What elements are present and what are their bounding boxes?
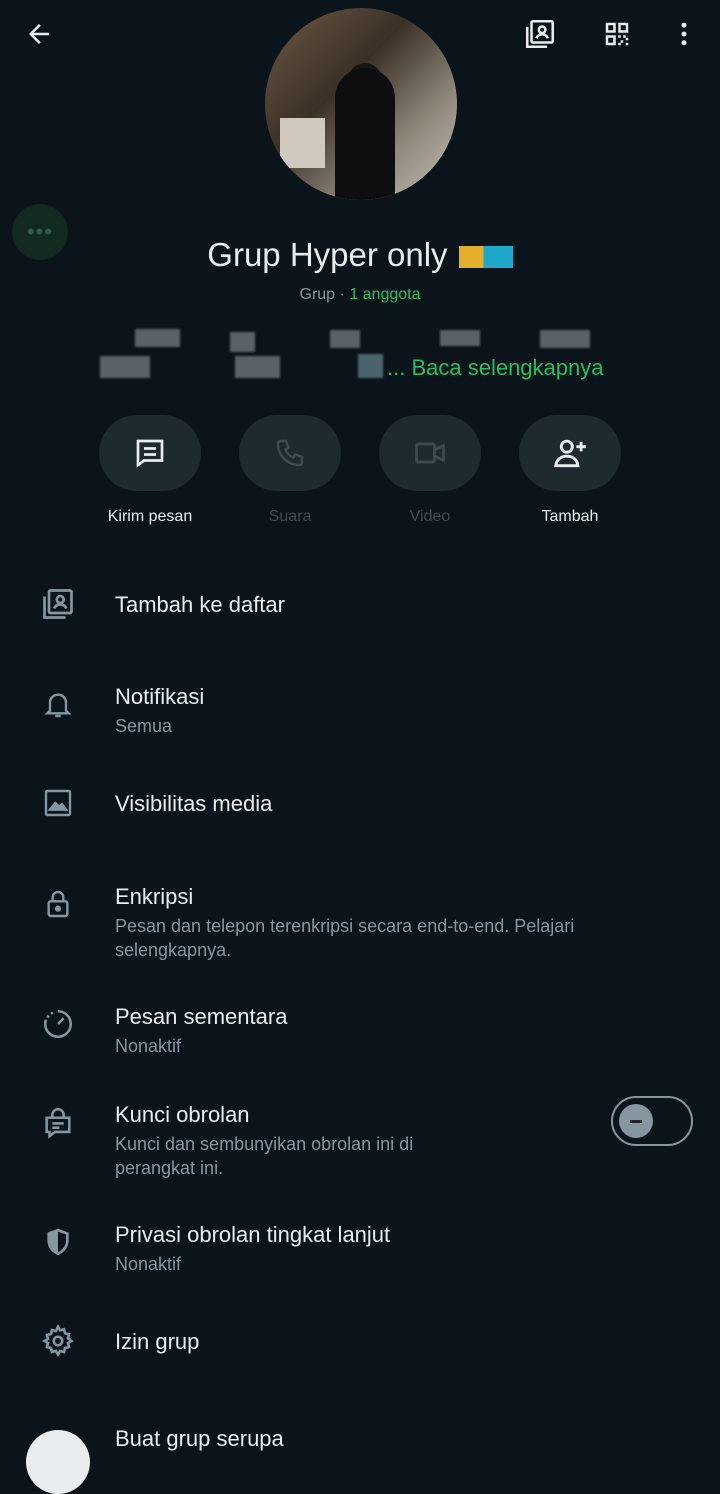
emoji-icon — [458, 246, 513, 269]
read-more-link[interactable]: ... Baca selengkapnya — [387, 355, 603, 381]
add-member-action[interactable]: Tambah — [500, 415, 640, 526]
group-avatar[interactable] — [265, 8, 457, 200]
chat-lock-toggle[interactable] — [611, 1096, 693, 1146]
menu-advanced-privacy[interactable]: Privasi obrolan tingkat lanjut Nonaktif — [0, 1218, 720, 1278]
send-message-label: Kirim pesan — [107, 508, 193, 525]
notifications-value: Semua — [115, 716, 173, 736]
message-icon[interactable] — [99, 415, 201, 491]
create-similar-group-label: Buat grup serupa — [115, 1426, 284, 1451]
menu-create-similar-group[interactable]: Buat grup serupa — [0, 1420, 720, 1456]
chat-lock-label: Kunci obrolan — [115, 1102, 250, 1127]
lock-icon — [38, 884, 78, 924]
menu-encryption[interactable]: Enkripsi Pesan dan telepon terenkripsi s… — [0, 880, 720, 970]
gear-icon — [38, 1321, 78, 1361]
send-message-action[interactable]: Kirim pesan — [80, 415, 220, 526]
media-visibility-label: Visibilitas media — [115, 791, 273, 816]
menu-disappearing-messages[interactable]: Pesan sementara Nonaktif — [0, 1000, 720, 1060]
voice-call-label: Suara — [268, 508, 312, 525]
encryption-label: Enkripsi — [115, 884, 194, 909]
member-count[interactable]: 1 anggota — [349, 286, 420, 303]
back-arrow-icon[interactable] — [19, 14, 59, 54]
menu-notifications[interactable]: Notifikasi Semua — [0, 680, 720, 740]
contact-list-icon[interactable] — [520, 14, 560, 54]
voice-call-action[interactable]: Suara — [220, 415, 360, 526]
disappearing-messages-value: Nonaktif — [115, 1036, 182, 1056]
contact-list-icon — [38, 584, 78, 624]
group-icon — [26, 1430, 90, 1494]
phone-icon[interactable] — [239, 415, 341, 491]
shield-icon — [38, 1222, 78, 1262]
menu-add-to-list[interactable]: Tambah ke daftar — [0, 580, 720, 630]
disappearing-messages-label: Pesan sementara — [115, 1004, 288, 1029]
encryption-description: Pesan dan telepon terenkripsi secara end… — [115, 916, 575, 960]
advanced-privacy-label: Privasi obrolan tingkat lanjut — [115, 1222, 391, 1247]
timer-icon — [38, 1004, 78, 1044]
qr-code-icon[interactable] — [597, 14, 637, 54]
image-icon — [38, 783, 78, 823]
menu-media-visibility[interactable]: Visibilitas media — [0, 780, 720, 830]
video-icon[interactable] — [379, 415, 481, 491]
bell-icon — [38, 684, 78, 724]
separator-dot: · — [339, 286, 345, 303]
video-call-action[interactable]: Video — [360, 415, 500, 526]
chat-lock-description: Kunci dan sembunyikan obrolan ini di per… — [115, 1134, 414, 1178]
add-person-icon[interactable] — [519, 415, 621, 491]
add-to-list-label: Tambah ke daftar — [115, 592, 285, 617]
group-info: Grup · 1 anggota — [0, 286, 720, 304]
add-member-label: Tambah — [541, 508, 599, 525]
group-type: Grup — [299, 286, 336, 303]
chat-lock-icon — [38, 1102, 78, 1142]
advanced-privacy-value: Nonaktif — [115, 1254, 182, 1274]
notifications-label: Notifikasi — [115, 684, 205, 709]
toggle-knob — [619, 1104, 653, 1138]
menu-group-permissions[interactable]: Izin grup — [0, 1318, 720, 1368]
video-call-label: Video — [409, 508, 451, 525]
more-options-icon[interactable] — [664, 14, 704, 54]
group-name-text: Grup Hyper only — [207, 236, 448, 273]
group-permissions-label: Izin grup — [115, 1329, 200, 1354]
group-name: Grup Hyper only — [0, 236, 720, 274]
